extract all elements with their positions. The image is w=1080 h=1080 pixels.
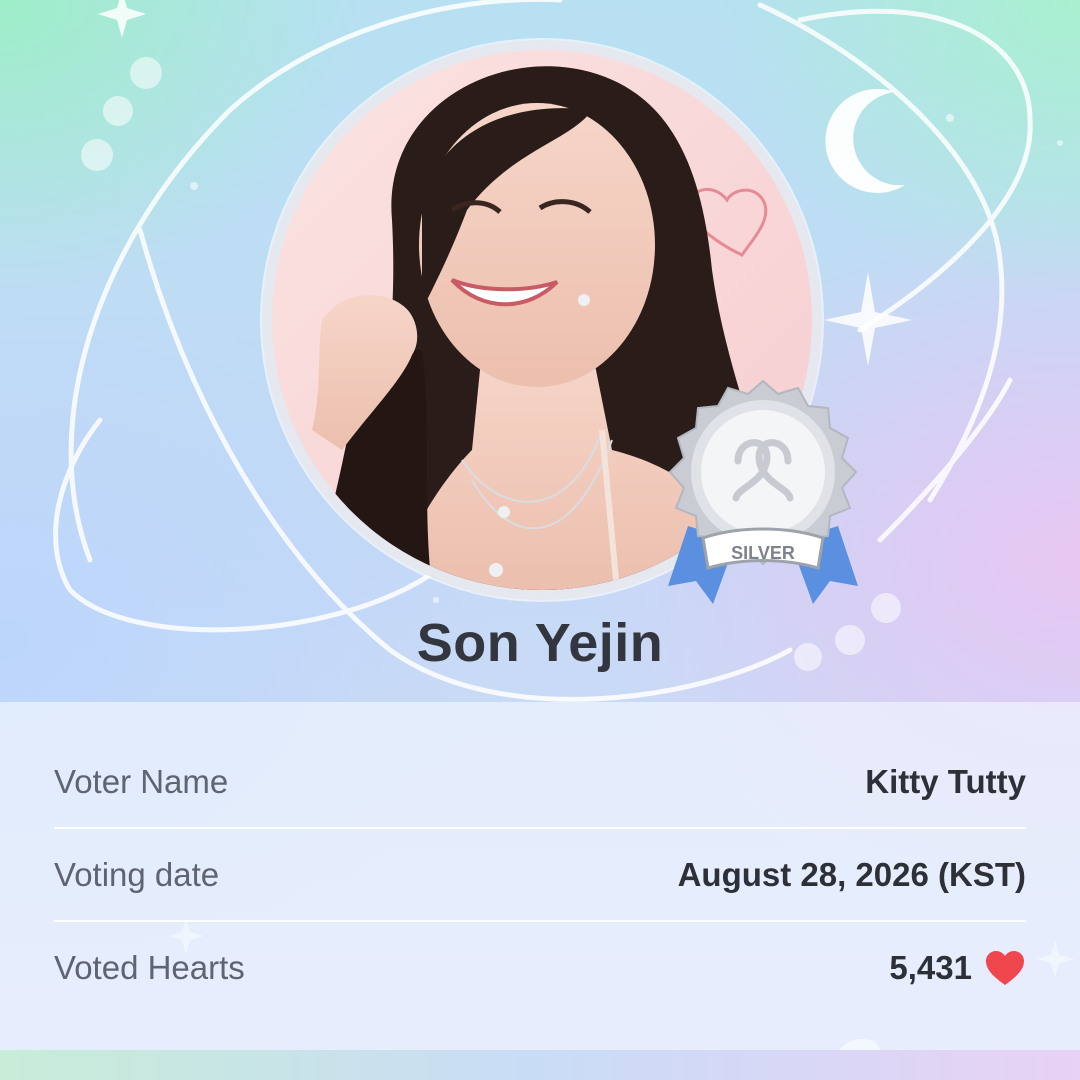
silver-medal-badge: SILVER bbox=[668, 379, 858, 604]
voted-hearts-row: Voted Hearts 5,431 bbox=[54, 922, 1026, 1014]
heart-icon bbox=[986, 951, 1024, 985]
voted-hearts-label: Voted Hearts bbox=[54, 949, 245, 986]
moon-icon bbox=[825, 88, 905, 193]
medal-tier-label: SILVER bbox=[731, 543, 795, 563]
voting-date-row: Voting date August 28, 2026 (KST) bbox=[54, 829, 1026, 921]
voted-hearts-value: 5,431 bbox=[889, 949, 972, 986]
voter-name-value: Kitty Tutty bbox=[865, 763, 1026, 800]
voter-name-row: Voter Name Kitty Tutty bbox=[54, 736, 1026, 828]
voted-hearts-value-wrap: 5,431 bbox=[889, 949, 1026, 987]
voting-date-label: Voting date bbox=[54, 856, 220, 893]
artist-name: Son Yejin bbox=[416, 613, 664, 673]
voter-name-label: Voter Name bbox=[54, 763, 229, 800]
vote-certificate: SILVER Son Yejin Voter Name Kitty Tutty … bbox=[0, 0, 1080, 1080]
vote-info-card: Voter Name Kitty Tutty Voting date Augus… bbox=[0, 702, 1080, 1050]
bottom-strip bbox=[0, 1050, 1080, 1080]
voting-date-value: August 28, 2026 (KST) bbox=[677, 856, 1026, 893]
